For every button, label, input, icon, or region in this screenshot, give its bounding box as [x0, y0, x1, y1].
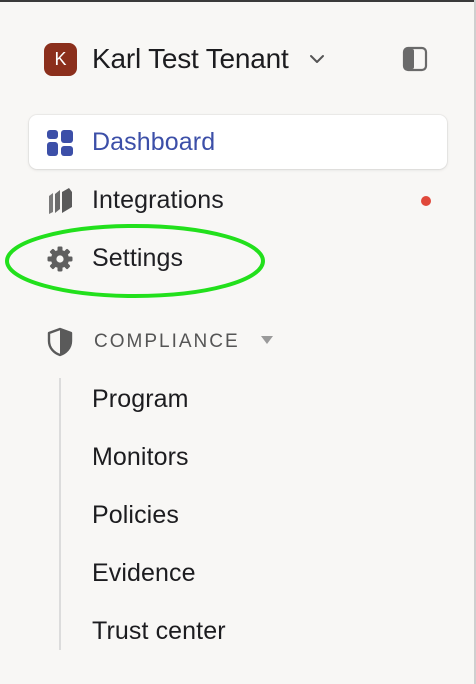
collapse-sidebar-button[interactable]: [401, 45, 429, 73]
sub-item-policies[interactable]: Policies: [92, 501, 179, 530]
sub-item-evidence[interactable]: Evidence: [92, 559, 196, 588]
tenant-name: Karl Test Tenant: [92, 43, 289, 74]
tenant-switcher[interactable]: K Karl Test Tenant: [44, 41, 327, 77]
dashboard-icon: [45, 129, 75, 157]
chevron-down-icon: [307, 49, 327, 69]
notification-dot: [421, 196, 431, 206]
nav-label-settings: Settings: [92, 243, 184, 272]
tenant-avatar-initial: K: [54, 48, 67, 69]
integrations-icon: [45, 187, 75, 215]
sidebar-toggle-icon: [402, 46, 428, 72]
nav-label-integrations: Integrations: [92, 185, 224, 214]
compliance-tree-line: [59, 378, 61, 650]
caret-down-icon: [260, 333, 274, 351]
compliance-section-label: COMPLIANCE: [94, 331, 240, 352]
nav-item-dashboard[interactable]: Dashboard: [29, 115, 447, 169]
sub-item-monitors[interactable]: Monitors: [92, 443, 189, 472]
sub-item-trust-center[interactable]: Trust center: [92, 617, 226, 646]
compliance-section-header[interactable]: COMPLIANCE: [44, 326, 274, 358]
shield-icon: [44, 326, 76, 358]
tenant-avatar: K: [44, 42, 77, 76]
window-top-border: [0, 0, 476, 2]
nav-item-settings[interactable]: Settings: [29, 231, 447, 285]
nav-item-integrations[interactable]: Integrations: [29, 173, 447, 227]
sub-item-program[interactable]: Program: [92, 385, 189, 414]
gear-icon: [45, 245, 75, 273]
nav-label-dashboard: Dashboard: [92, 127, 216, 156]
